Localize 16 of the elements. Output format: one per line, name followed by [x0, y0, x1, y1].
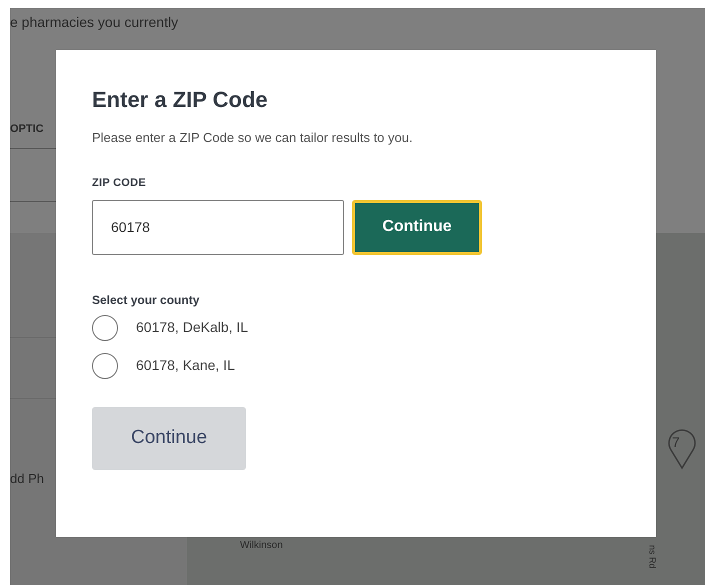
street-label: Wilkinson	[240, 539, 283, 553]
row-text: dd Ph	[10, 470, 45, 488]
zip-label: ZIP CODE	[92, 176, 147, 191]
radio-button[interactable]	[92, 352, 118, 378]
radio-button[interactable]	[92, 314, 118, 340]
zip-continue-button[interactable]: Continue	[352, 200, 482, 254]
road-label: ns Rd	[646, 545, 658, 568]
dialog-title: Enter a ZIP Code	[92, 86, 269, 114]
zip-input-field[interactable]: 60178	[92, 200, 344, 254]
dialog-description: Please enter a ZIP Code so we can tailor results to you.	[92, 128, 414, 147]
county-option-label: 60178, Kane, IL	[136, 356, 235, 375]
county-option-label: 60178, DeKalb, IL	[136, 318, 248, 337]
county-label: Select your county	[92, 292, 200, 308]
marker-number: 7	[672, 433, 680, 452]
map-marker-icon	[667, 428, 697, 470]
intro-text: e pharmacies you currently	[10, 13, 180, 32]
